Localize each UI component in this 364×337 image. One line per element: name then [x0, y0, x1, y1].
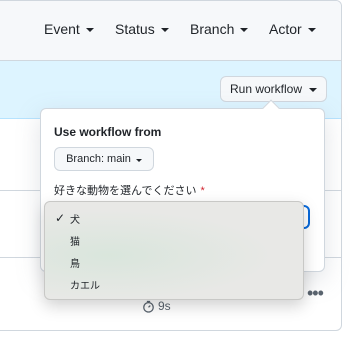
- run-workflow-label: Run workflow: [229, 82, 303, 96]
- filter-event[interactable]: Event: [44, 21, 94, 37]
- dropdown-option-dog[interactable]: ✓ 犬: [45, 207, 303, 229]
- filter-event-label: Event: [44, 21, 80, 37]
- required-marker: *: [200, 185, 205, 197]
- dropdown-option-label: カエル: [70, 280, 100, 292]
- popover-title: Use workflow from: [54, 125, 162, 139]
- chevron-down-icon: [160, 28, 169, 32]
- stopwatch-icon: [143, 300, 154, 313]
- branch-select-label: Branch: main: [66, 153, 131, 165]
- kebab-menu-icon[interactable]: •••: [307, 284, 324, 302]
- filter-branch-label: Branch: [190, 21, 235, 37]
- chevron-down-icon: [240, 28, 249, 32]
- filter-status-label: Status: [115, 21, 155, 37]
- chevron-down-icon: [135, 158, 142, 162]
- animal-field-label-text: 好きな動物を選んでください: [54, 185, 197, 197]
- animal-dropdown-list: ✓ 犬 猫 鳥 カエル: [44, 201, 304, 300]
- run-workflow-button[interactable]: Run workflow: [220, 76, 327, 102]
- run-duration-value: 9s: [158, 299, 171, 313]
- filter-branch[interactable]: Branch: [190, 21, 249, 37]
- dropdown-option-label: 猫: [70, 236, 80, 248]
- filter-actor-label: Actor: [269, 21, 302, 37]
- animal-field-label: 好きな動物を選んでください *: [54, 182, 205, 198]
- dropdown-option-bird[interactable]: 鳥: [45, 251, 303, 273]
- dropdown-option-cat[interactable]: 猫: [45, 229, 303, 251]
- chevron-down-icon: [307, 28, 316, 32]
- chevron-down-icon: [309, 88, 318, 92]
- run-duration: 9s: [142, 299, 171, 313]
- filter-status[interactable]: Status: [115, 21, 169, 37]
- branch-select-button[interactable]: Branch: main: [54, 147, 154, 171]
- chevron-down-icon: [85, 28, 94, 32]
- filter-actor[interactable]: Actor: [269, 21, 316, 37]
- check-icon: ✓: [55, 211, 66, 225]
- dropdown-option-label: 鳥: [70, 258, 80, 270]
- dropdown-option-label: 犬: [70, 214, 80, 226]
- dropdown-option-frog[interactable]: カエル: [45, 273, 303, 295]
